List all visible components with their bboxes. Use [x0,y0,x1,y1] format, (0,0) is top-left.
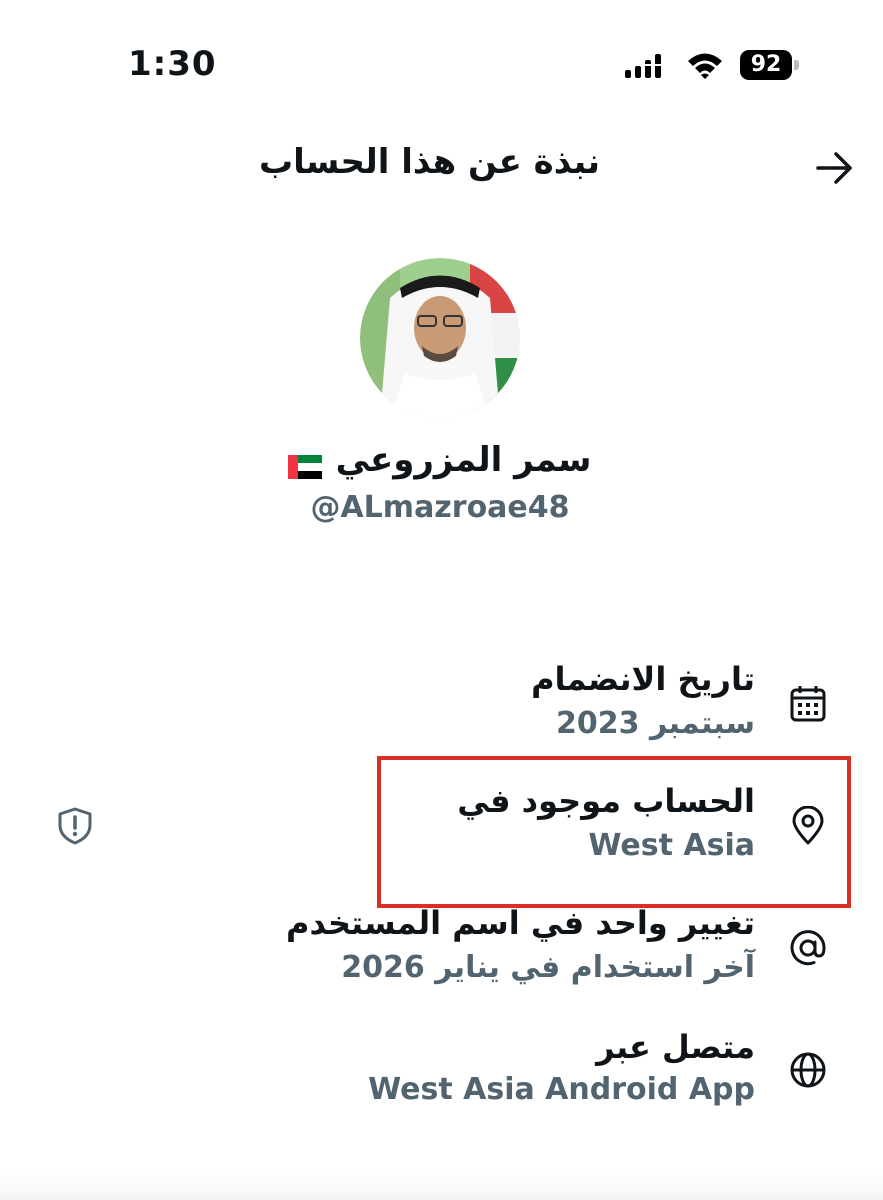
display-name: سمر المزروعي [335,440,592,480]
uae-flag-icon [288,454,323,479]
username-handle: @ALmazroae48 [310,490,570,525]
bottom-fade [0,1170,883,1200]
battery-level: 92 [740,50,792,80]
shield-icon[interactable] [56,806,94,846]
profile-name-row: سمر المزروعي [240,440,640,480]
wifi-icon [688,53,722,79]
page-title: نبذة عن هذا الحساب [258,142,600,182]
username-change-value: آخر استخدام في يناير 2026 [341,950,755,985]
connected-via-value: West Asia Android App [368,1072,755,1107]
joined-label: تاريخ الانضمام [531,660,755,698]
avatar[interactable] [360,258,520,418]
calendar-icon [790,686,826,722]
status-time: 1:30 [128,44,217,84]
location-value: West Asia [588,828,755,863]
battery-icon: 92 [740,50,802,80]
back-arrow-icon[interactable] [812,148,856,188]
globe-icon [790,1052,826,1088]
location-pin-icon [792,806,824,845]
location-label: الحساب موجود في [457,782,755,820]
username-change-label: تغيير واحد في اسم المستخدم [286,904,755,942]
cellular-signal-icon [624,54,662,78]
at-sign-icon [790,930,826,966]
connected-via-label: متصل عبر [596,1028,755,1066]
joined-value: سبتمبر 2023 [556,706,755,741]
